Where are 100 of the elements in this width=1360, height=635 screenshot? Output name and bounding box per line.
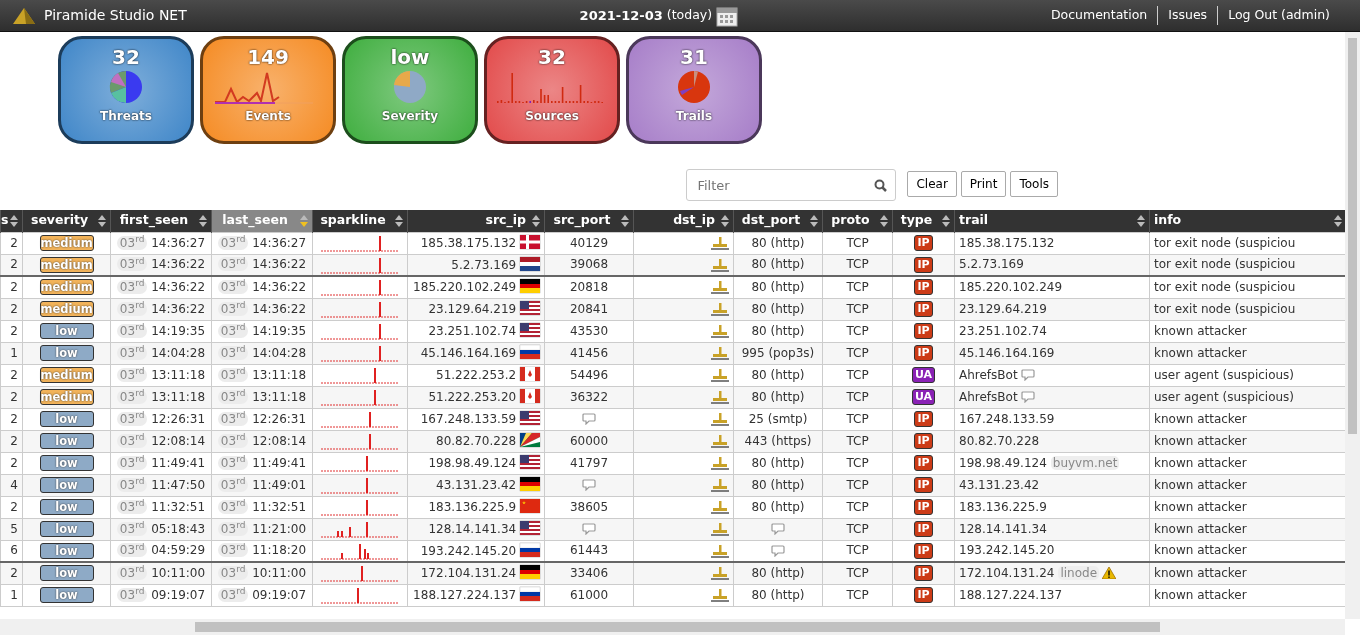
severity-tag: low bbox=[39, 477, 94, 493]
protocol-text: TCP bbox=[846, 587, 869, 602]
protocol-text: TCP bbox=[846, 499, 869, 514]
type-tag: IP bbox=[914, 235, 933, 251]
time-text: 11:32:51 bbox=[252, 499, 307, 514]
network-icon bbox=[711, 566, 729, 581]
toolbar-button[interactable]: Clear bbox=[907, 171, 957, 197]
tile-value: 32 bbox=[112, 45, 140, 69]
column-header[interactable]: type bbox=[892, 210, 955, 232]
comment-icon bbox=[582, 523, 596, 535]
event-count: 1 bbox=[10, 587, 18, 602]
date-tag: 03$^{rd}$ bbox=[217, 455, 249, 470]
type-tag: UA bbox=[911, 367, 936, 383]
toolbar-button[interactable]: Print bbox=[960, 171, 1007, 197]
sort-icon bbox=[720, 214, 730, 228]
time-text: 14:36:27 bbox=[252, 235, 307, 250]
header-link[interactable]: Log Out (admin) bbox=[1217, 6, 1340, 25]
column-header[interactable]: s bbox=[0, 210, 23, 232]
toolbar-button[interactable]: Tools bbox=[1010, 171, 1058, 197]
column-header[interactable]: src_ip bbox=[407, 210, 545, 232]
column-header[interactable]: dst_port bbox=[733, 210, 823, 232]
current-date[interactable]: 2021-12-03 bbox=[579, 5, 663, 26]
protocol-text: TCP bbox=[846, 389, 869, 404]
column-header[interactable]: info bbox=[1149, 210, 1346, 232]
time-text: 14:36:22 bbox=[252, 301, 307, 316]
tile-label: Trails bbox=[675, 108, 713, 125]
time-text: 10:11:00 bbox=[151, 565, 206, 580]
network-icon bbox=[711, 543, 729, 558]
tile-value: 31 bbox=[680, 45, 708, 69]
network-icon bbox=[711, 280, 729, 295]
date-tag: 03$^{rd}$ bbox=[217, 499, 249, 514]
time-text: 14:36:22 bbox=[151, 279, 206, 294]
column-header[interactable]: trail bbox=[954, 210, 1150, 232]
flag-icon bbox=[520, 411, 540, 425]
date-tag: 03$^{rd}$ bbox=[116, 257, 148, 272]
tile-label: Sources bbox=[525, 108, 579, 125]
type-tag: IP bbox=[914, 323, 933, 339]
time-text: 14:36:22 bbox=[252, 279, 307, 294]
date-tag: 03$^{rd}$ bbox=[116, 499, 148, 514]
trail-text[interactable]: 198.98.49.124 bbox=[959, 455, 1047, 470]
port-number: 80 (http) bbox=[751, 477, 805, 492]
event-count: 1 bbox=[10, 345, 18, 360]
event-count: 2 bbox=[10, 257, 18, 272]
calendar-icon[interactable] bbox=[716, 4, 739, 27]
column-header[interactable]: proto bbox=[822, 210, 893, 232]
severity-tag: medium bbox=[39, 367, 94, 383]
time-text: 14:04:28 bbox=[252, 345, 307, 360]
severity-tag: medium bbox=[39, 301, 94, 317]
severity-tag: low bbox=[39, 455, 94, 471]
sort-icon bbox=[809, 214, 819, 228]
column-header[interactable]: last_seen bbox=[211, 210, 313, 232]
header-link[interactable]: Issues bbox=[1157, 6, 1218, 25]
date-tag: 03$^{rd}$ bbox=[116, 235, 148, 250]
date-tag: 03$^{rd}$ bbox=[217, 301, 249, 316]
app-title: Piramide Studio NET bbox=[44, 6, 187, 25]
info-text: known attacker bbox=[1154, 543, 1247, 558]
type-tag: IP bbox=[914, 499, 933, 515]
event-count: 2 bbox=[10, 411, 18, 426]
flag-icon bbox=[520, 499, 540, 513]
column-header[interactable]: first_seen bbox=[110, 210, 212, 232]
date-tag: 03$^{rd}$ bbox=[116, 345, 148, 360]
protocol-text: TCP bbox=[846, 543, 869, 558]
time-text: 14:36:22 bbox=[151, 257, 206, 272]
type-tag: IP bbox=[914, 345, 933, 361]
protocol-text: TCP bbox=[846, 411, 869, 426]
info-text: known attacker bbox=[1154, 521, 1247, 536]
column-header[interactable]: dst_ip bbox=[633, 210, 734, 232]
filter-field[interactable]: Filter bbox=[686, 169, 897, 201]
date-tag: 03$^{rd}$ bbox=[116, 521, 148, 536]
header-link[interactable]: Documentation bbox=[1040, 6, 1158, 25]
port-number: 80 (http) bbox=[751, 565, 805, 580]
severity-tag: medium bbox=[39, 389, 94, 405]
horizontal-scrollbar[interactable] bbox=[0, 619, 1345, 635]
port-number: 80 (http) bbox=[751, 323, 805, 338]
port-number: 443 (https) bbox=[744, 433, 812, 448]
column-header[interactable]: severity bbox=[22, 210, 111, 232]
sort-icon bbox=[879, 214, 889, 228]
date-tag: 03$^{rd}$ bbox=[116, 587, 148, 602]
column-header[interactable]: src_port bbox=[544, 210, 634, 232]
protocol-text: TCP bbox=[846, 279, 869, 294]
event-count: 2 bbox=[10, 389, 18, 404]
port-number: 80 (http) bbox=[751, 301, 805, 316]
flag-icon bbox=[520, 587, 540, 601]
column-header[interactable]: sparkline bbox=[312, 210, 408, 232]
network-icon bbox=[711, 346, 729, 360]
tile-value: 32 bbox=[538, 45, 566, 69]
port-number: 60000 bbox=[569, 433, 609, 448]
pie-chart-drawing bbox=[108, 69, 144, 105]
info-text: known attacker bbox=[1154, 455, 1247, 470]
info-text: user agent (suspicious) bbox=[1154, 389, 1295, 404]
port-number: 36322 bbox=[569, 389, 609, 404]
info-text: known attacker bbox=[1154, 345, 1247, 360]
event-count: 2 bbox=[10, 301, 18, 316]
port-number: 80 (http) bbox=[751, 367, 805, 382]
severity-tag: low bbox=[39, 521, 94, 537]
flag-icon bbox=[520, 367, 540, 381]
network-icon bbox=[711, 257, 729, 272]
tile-label: Events bbox=[245, 108, 291, 125]
vertical-scrollbar[interactable] bbox=[1345, 32, 1360, 619]
trail-text[interactable]: 172.104.131.24 bbox=[959, 565, 1055, 580]
